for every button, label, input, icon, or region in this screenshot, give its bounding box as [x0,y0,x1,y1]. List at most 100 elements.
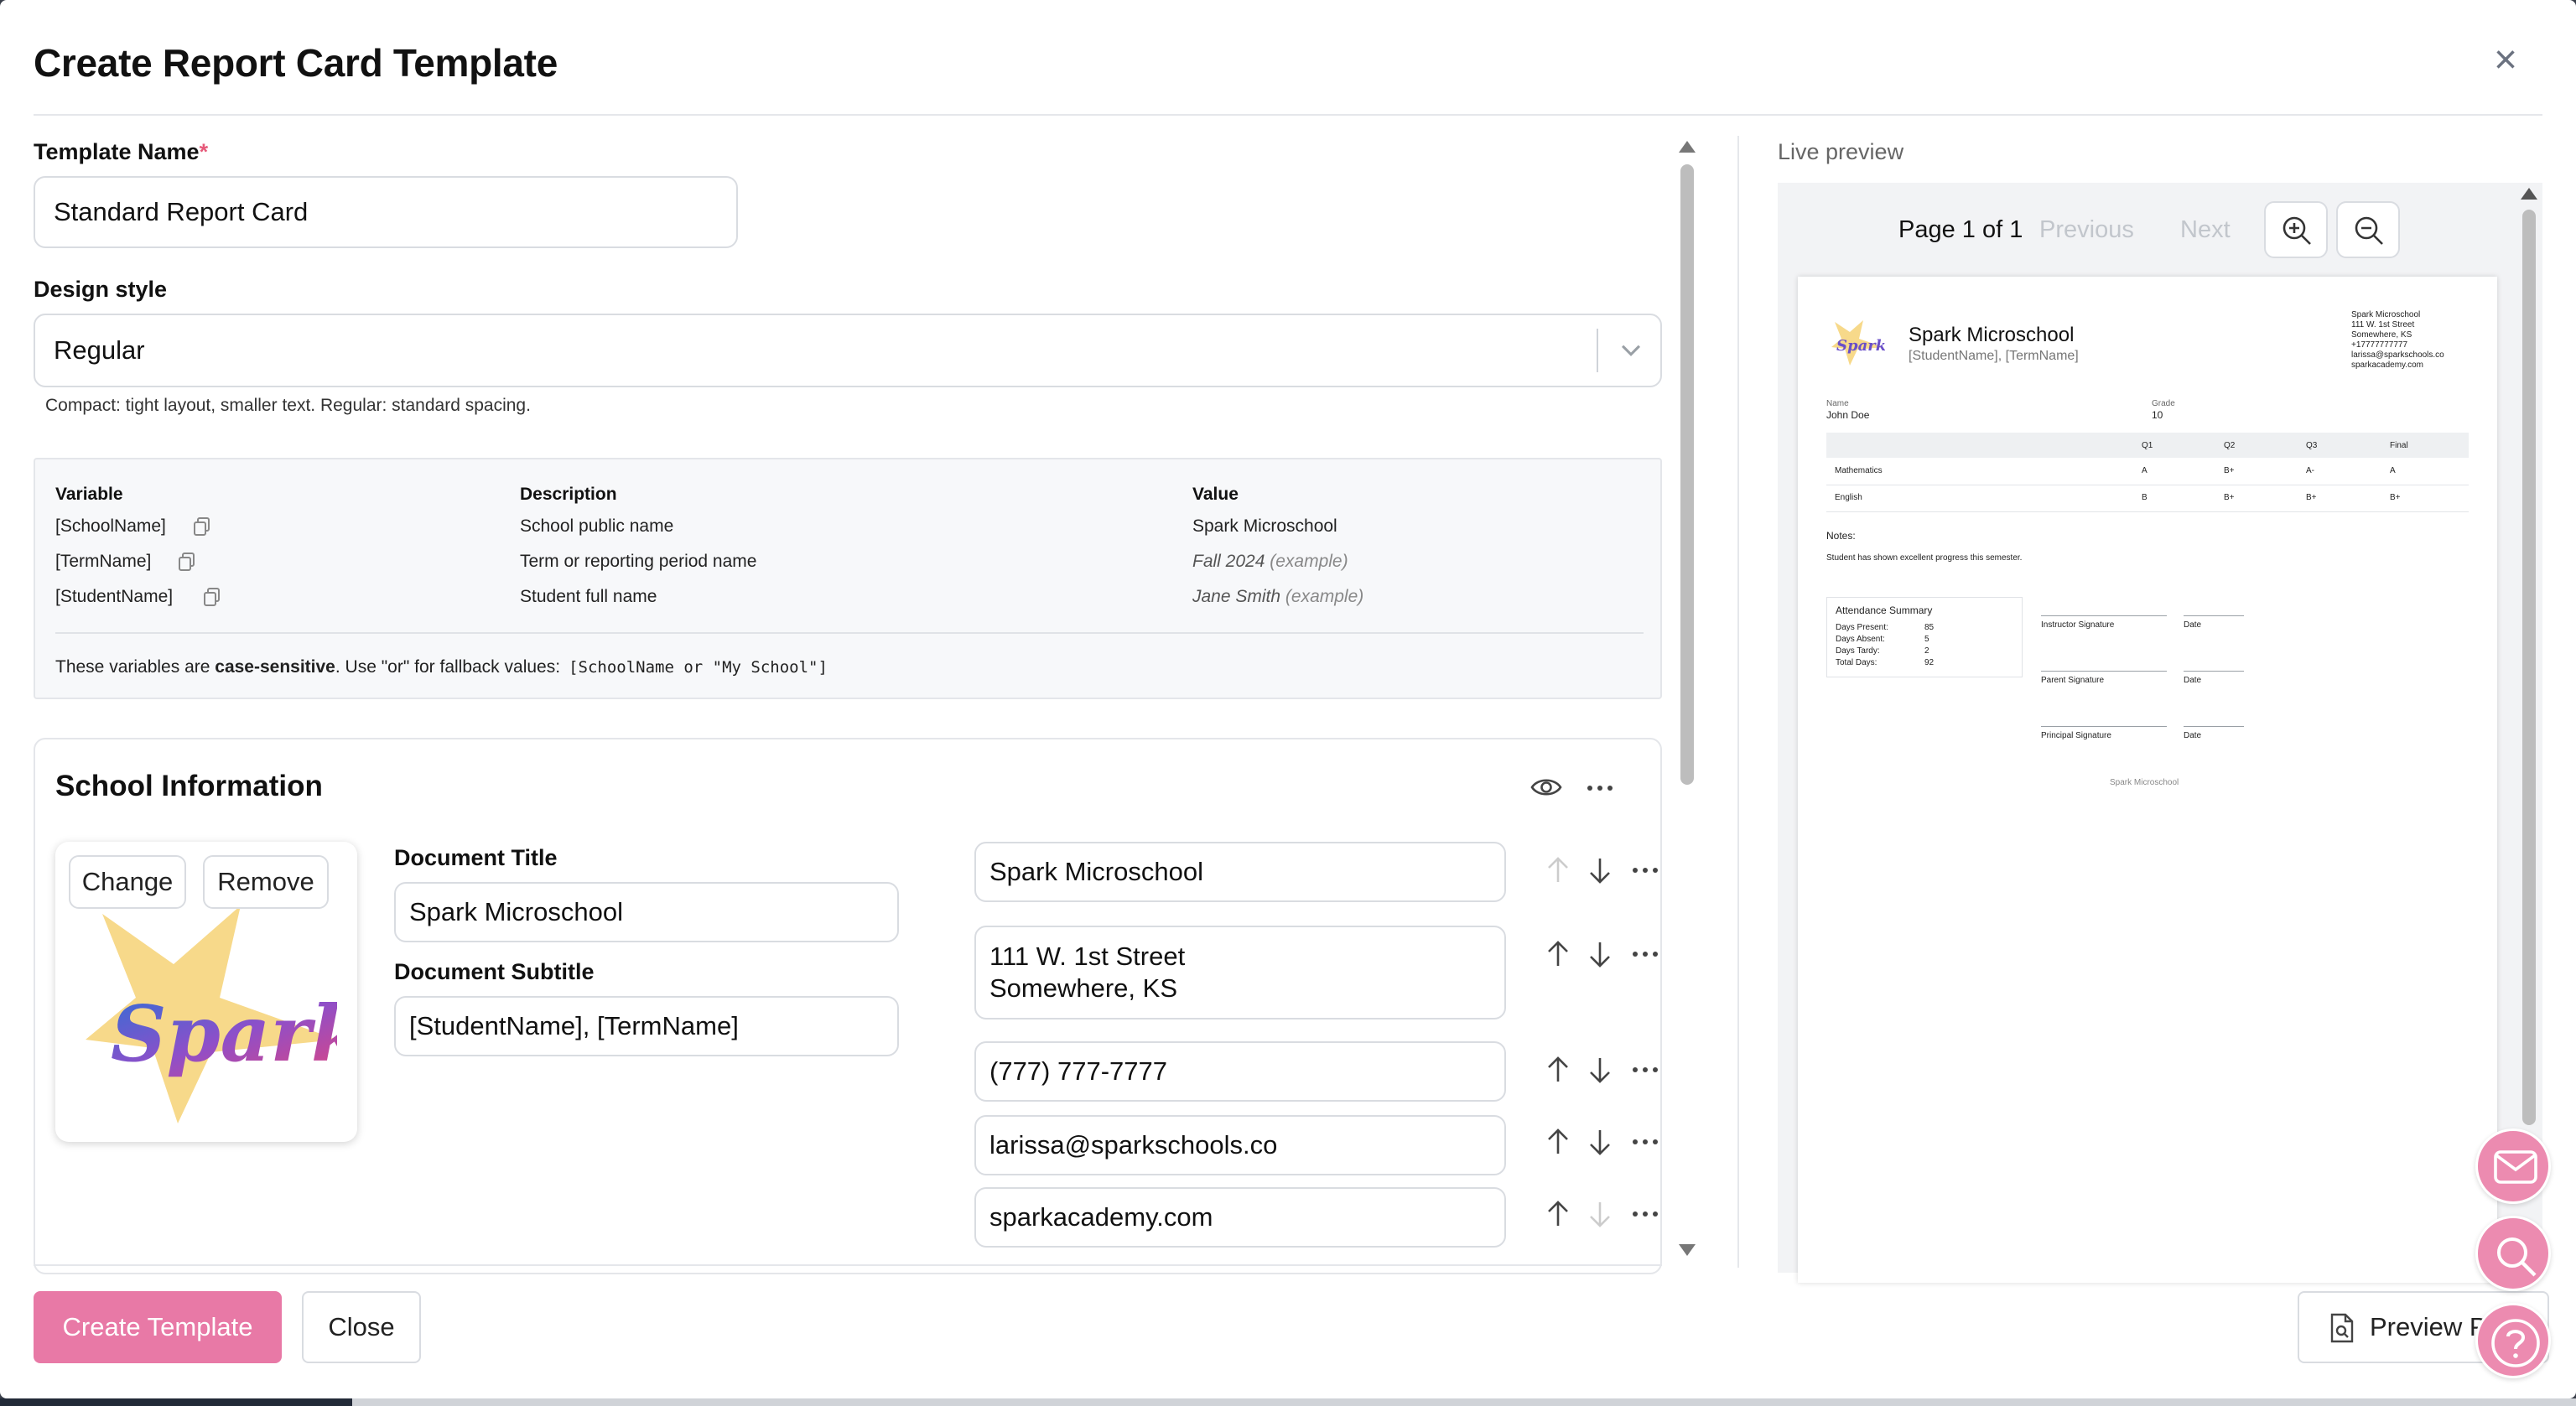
previous-page-button[interactable]: Previous [2039,216,2134,244]
arrow-down-icon[interactable] [1587,1127,1613,1157]
preview-address-line: Spark Microschool [2351,310,2421,319]
preview-address-line: 111 W. 1st Street [2351,320,2415,329]
variable-description: School public name [520,516,674,536]
example-value: Jane Smith [1192,587,1281,606]
note-bold: case-sensitive [215,657,335,677]
arrow-down-icon[interactable] [1587,939,1613,969]
bottom-strip-thumb [0,1398,352,1406]
copy-icon[interactable] [203,587,221,607]
document-subtitle-input[interactable]: [StudentName], [TermName] [394,996,899,1056]
address-field[interactable]: (777) 777-7777 [974,1041,1506,1102]
zoom-in-button[interactable] [2264,201,2328,258]
create-template-button[interactable]: Create Template [34,1291,282,1363]
chevron-down-icon[interactable] [1617,335,1645,364]
template-name-label: Template Name* [34,139,208,165]
preview-school-name: Spark Microschool [1909,324,2075,346]
variables-header-description: Description [520,485,617,504]
copy-icon[interactable] [178,552,196,572]
signature-line [2041,726,2167,727]
arrow-down-icon[interactable] [1587,855,1613,885]
create-template-modal: Create Report Card Template × Template N… [0,0,2576,1398]
scroll-down-arrow[interactable] [1679,1244,1696,1256]
preview-row-divider [1826,511,2469,512]
help-fab[interactable] [2475,1303,2551,1378]
more-options-icon[interactable] [1630,1209,1660,1219]
zoom-out-button[interactable] [2336,201,2400,258]
contact-fab[interactable] [2475,1128,2551,1204]
preview-grade: B+ [2224,493,2235,502]
preview-attendance-label: Total Days: [1836,658,1877,667]
document-title-input[interactable]: Spark Microschool [394,882,899,942]
bottom-scroll-strip [0,1398,2576,1406]
note-code: [SchoolName or "My School"] [569,658,828,677]
variable-value: Spark Microschool [1192,516,1337,536]
address-field[interactable]: Spark Microschool [974,842,1506,902]
search-icon [2497,1237,2537,1277]
remove-logo-button[interactable]: Remove [203,855,329,909]
arrow-up-icon[interactable] [1545,1127,1571,1157]
preview-attendance-value: 92 [1924,658,1935,667]
scroll-up-arrow[interactable] [1679,141,1696,153]
preview-attendance-value: 85 [1924,623,1935,632]
variables-panel: Variable Description Value [SchoolName] … [34,458,1662,699]
variable-name: [TermName] [55,552,152,571]
document-title-label: Document Title [394,845,558,870]
preview-footer: Spark Microschool [2110,778,2179,787]
preview-address-line: Somewhere, KS [2351,330,2412,340]
search-fab[interactable] [2475,1216,2551,1291]
variable-value-example: Jane Smith (example) [1192,587,1363,607]
variables-header-variable: Variable [55,485,123,504]
more-options-icon[interactable] [1585,783,1615,793]
close-icon[interactable]: × [2489,40,2522,80]
preview-table-header-cell: Final [2390,441,2408,450]
date-line [2184,726,2244,727]
more-options-icon[interactable] [1630,949,1660,959]
arrow-down-icon[interactable] [1587,1055,1613,1085]
preview-date-label: Date [2184,620,2202,630]
preview-subtitle: [StudentName], [TermName] [1909,349,2079,363]
preview-notes-text: Student has shown excellent progress thi… [1826,553,2023,563]
address-field[interactable]: larissa@sparkschools.co [974,1115,1506,1175]
more-options-icon[interactable] [1630,1137,1660,1147]
preview-attendance-label: Days Tardy: [1836,646,1880,656]
required-mark: * [199,139,209,164]
address-field[interactable]: 111 W. 1st Street Somewhere, KS [974,926,1506,1019]
arrow-up-icon [1548,857,1568,882]
signature-line [2041,671,2167,672]
preview-subject: English [1835,493,1862,502]
preview-scrollbar[interactable] [2522,210,2536,1125]
address-field-value: Spark Microschool [989,857,1203,886]
arrow-up-icon[interactable] [1545,1199,1571,1229]
template-name-input[interactable]: Standard Report Card [34,176,738,248]
preview-subject: Mathematics [1835,466,1883,475]
preview-attendance-box: Attendance Summary Days Present: 85 Days… [1826,597,2023,677]
preview-attendance-label: Days Absent: [1836,635,1885,644]
header-divider [34,114,2542,116]
variables-note: These variables are case-sensitive. Use … [55,657,828,677]
preview-grade-label: Grade [2152,399,2175,408]
address-field[interactable]: sparkacademy.com [974,1187,1506,1248]
more-options-icon[interactable] [1630,865,1660,875]
preview-grade: A- [2306,466,2314,475]
next-page-button[interactable]: Next [2180,216,2231,244]
preview-notes-label: Notes: [1826,530,1856,542]
design-style-value: Regular [54,335,145,365]
logo-text: Spark [111,988,337,1079]
more-options-icon[interactable] [1630,1065,1660,1075]
arrow-up-icon[interactable] [1545,939,1571,969]
design-style-select[interactable]: Regular [34,314,1662,387]
preview-table-header: Q1 Q2 Q3 Final [1826,433,2469,458]
variables-divider [55,632,1644,634]
preview-logo: Spark [1831,320,1885,366]
example-tag: (example) [1270,552,1348,571]
close-button[interactable]: Close [302,1291,421,1363]
copy-icon[interactable] [193,516,211,537]
arrow-up-icon[interactable] [1545,1055,1571,1085]
form-scrollbar[interactable] [1680,164,1694,785]
address-field-value: (777) 777-7777 [989,1056,1167,1086]
preview-scroll-up[interactable] [2521,188,2537,200]
change-logo-button[interactable]: Change [69,855,186,909]
eye-icon[interactable] [1530,773,1563,802]
preview-grade: B [2142,493,2148,502]
date-line [2184,671,2244,672]
